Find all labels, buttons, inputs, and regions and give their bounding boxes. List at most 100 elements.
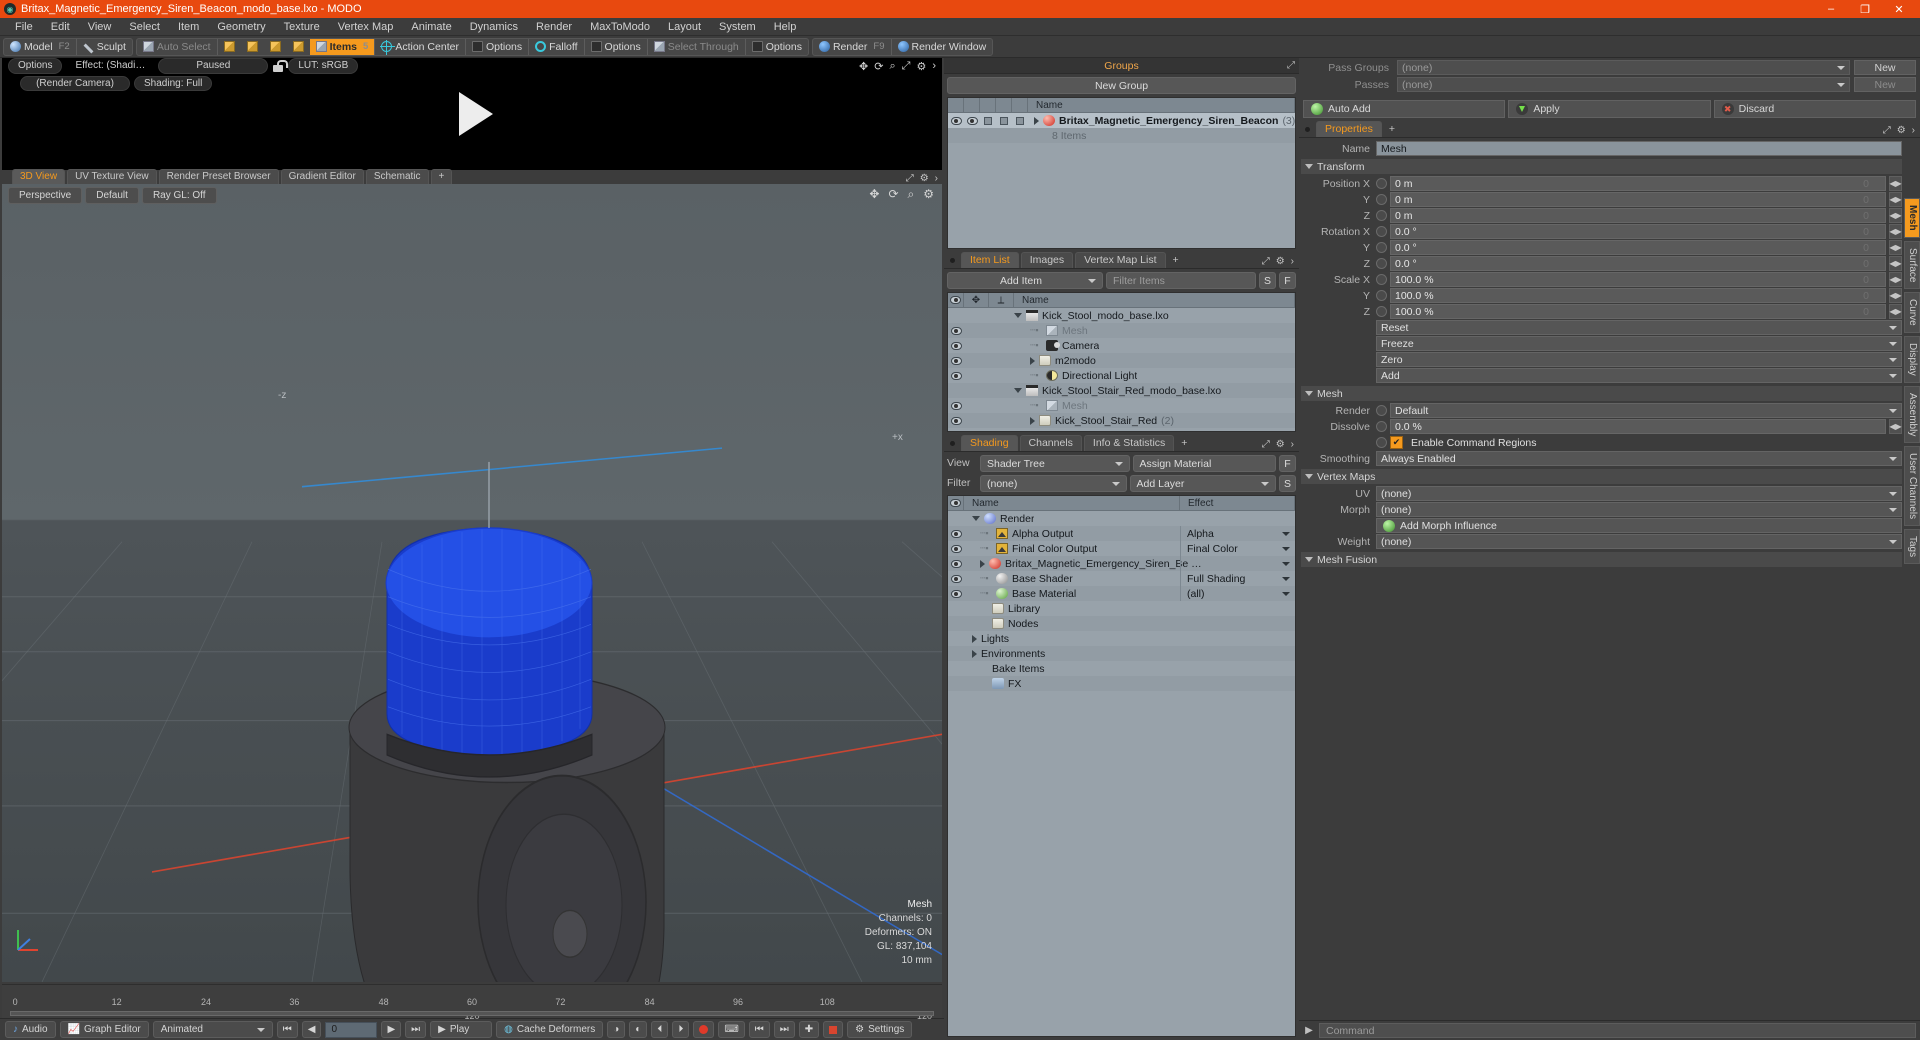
cache-deformers-button[interactable]: ◍ Cache Deformers: [496, 1021, 604, 1038]
shader-row-name[interactable]: FX: [964, 678, 1021, 690]
tab-render-preset-browser[interactable]: Render Preset Browser: [158, 169, 279, 184]
table-row[interactable]: ┄▪ Alpha Output Alpha: [948, 526, 1295, 541]
expand-icon[interactable]: ⤢: [1262, 439, 1270, 450]
transform-section-header[interactable]: Transform: [1301, 159, 1902, 174]
position-z-input[interactable]: 0 m 0: [1390, 208, 1886, 223]
channel-knob[interactable]: [1376, 421, 1387, 432]
eye-toggle[interactable]: [948, 416, 964, 425]
shader-row-name[interactable]: Library: [964, 603, 1040, 615]
group-row-name[interactable]: Britax_Magnetic_Emergency_Siren_Beacon (…: [1028, 115, 1295, 127]
position-y-stepper[interactable]: ◀▶: [1889, 192, 1902, 207]
viewport-3d[interactable]: Perspective Default Ray GL: Off ✥ ⟳ ⌕ ⚙: [2, 184, 942, 982]
vertex-mode-button[interactable]: [218, 39, 241, 55]
channel-knob[interactable]: [1376, 178, 1387, 189]
go-to-start-button[interactable]: ⏮: [276, 1021, 298, 1038]
menu-maxtomodo[interactable]: MaxToModo: [581, 18, 659, 36]
graph-editor-button[interactable]: 📈 Graph Editor: [59, 1021, 149, 1038]
pass-groups-new-button[interactable]: New: [1854, 60, 1916, 75]
table-row[interactable]: Bake Items: [948, 661, 1295, 676]
pass-groups-dropdown[interactable]: (none): [1397, 60, 1850, 75]
tab-add-button[interactable]: +: [1384, 122, 1400, 137]
assign-material-button[interactable]: Assign Material: [1132, 455, 1276, 472]
shader-row-name[interactable]: ┄▪ Final Color Output: [964, 543, 1097, 555]
tab-channels[interactable]: Channels: [1019, 435, 1082, 451]
table-row[interactable]: ┄▪ Base Shader Full Shading: [948, 571, 1295, 586]
table-row[interactable]: Kick_Stool_Stair_Red_modo_base.lxo: [948, 383, 1295, 398]
chevron-right-icon[interactable]: ›: [1291, 256, 1294, 267]
filter-items-input[interactable]: Filter Items: [1106, 272, 1256, 289]
channel-knob[interactable]: [1376, 274, 1387, 285]
menu-select[interactable]: Select: [120, 18, 169, 36]
chevron-right-icon[interactable]: [1034, 116, 1039, 125]
table-row[interactable]: ┄▪ Base Material (all): [948, 586, 1295, 601]
rotation-x-stepper[interactable]: ◀▶: [1889, 224, 1902, 239]
menu-help[interactable]: Help: [765, 18, 806, 36]
tab-schematic[interactable]: Schematic: [365, 169, 429, 184]
enable-command-regions-checkbox[interactable]: ✔: [1390, 436, 1403, 449]
viewport-default-button[interactable]: Default: [85, 187, 139, 204]
gear-icon[interactable]: ⚙: [1276, 439, 1285, 450]
table-row[interactable]: ┄▪ Mesh: [948, 323, 1295, 338]
viewport-perspective-button[interactable]: Perspective: [8, 187, 83, 204]
gear-icon[interactable]: ⚙: [1897, 125, 1906, 136]
animated-dropdown[interactable]: Animated: [152, 1021, 273, 1038]
key-last-button[interactable]: ⏭: [773, 1021, 795, 1038]
table-row[interactable]: Lights: [948, 631, 1295, 646]
shader-effect-dropdown[interactable]: Full Shading: [1180, 571, 1295, 586]
vtab-display[interactable]: Display: [1904, 335, 1920, 383]
items-mode-button[interactable]: Items 5: [309, 38, 375, 55]
smoothing-dropdown[interactable]: Always Enabled: [1376, 451, 1902, 466]
channel-knob[interactable]: [1376, 194, 1387, 205]
shading-f-button[interactable]: F: [1279, 455, 1296, 472]
item-row-name[interactable]: ┄▪ Camera: [1014, 340, 1099, 352]
table-row[interactable]: Kick_Stool_Stair_Red (2): [948, 413, 1295, 428]
edge-mode-button[interactable]: [241, 39, 264, 55]
fit-icon[interactable]: ⤢: [902, 60, 911, 73]
shading-s-button[interactable]: S: [1279, 475, 1296, 492]
apply-button[interactable]: Apply: [1508, 100, 1711, 118]
preview-lut-button[interactable]: LUT: sRGB: [288, 58, 359, 74]
channel-knob[interactable]: [1376, 258, 1387, 269]
item-row-name[interactable]: m2modo: [1014, 355, 1096, 367]
chevron-down-icon[interactable]: [1014, 388, 1022, 393]
zero-dropdown[interactable]: Zero: [1376, 352, 1902, 367]
scale-y-input[interactable]: 100.0 % 0: [1390, 288, 1886, 303]
shader-tree-view-dropdown[interactable]: Shader Tree: [980, 455, 1130, 472]
expand-icon[interactable]: ⤢: [1262, 256, 1270, 267]
dissolve-input[interactable]: 0.0 %: [1390, 419, 1886, 434]
go-to-end-button[interactable]: ⏭: [405, 1021, 427, 1038]
gear-icon[interactable]: ⚙: [920, 173, 929, 184]
item-list[interactable]: ✥ ⟂ Name Kick_Stool_modo_base.lxo ┄▪ Mes…: [947, 292, 1296, 432]
filter-s-button[interactable]: S: [1259, 272, 1276, 289]
tab-uv-texture-view[interactable]: UV Texture View: [67, 169, 157, 184]
preview-shading-button[interactable]: Shading: Full: [134, 76, 213, 91]
channel-knob[interactable]: [1376, 242, 1387, 253]
vtab-tags[interactable]: Tags: [1904, 529, 1920, 565]
properties-scroll-area[interactable]: Name Mesh Transform Position X 0 m0 ◀▶ Y…: [1299, 138, 1904, 1020]
shader-effect-dropdown[interactable]: Alpha: [1180, 526, 1295, 541]
scale-z-stepper[interactable]: ◀▶: [1889, 304, 1902, 319]
eye-toggle[interactable]: [948, 574, 964, 583]
menu-animate[interactable]: Animate: [402, 18, 460, 36]
table-row[interactable]: ┄▪ Camera: [948, 338, 1295, 353]
cell-5[interactable]: [1012, 116, 1028, 125]
key-create-button[interactable]: ✚: [798, 1021, 820, 1038]
table-row[interactable]: ┄▪ Final Color Output Final Color: [948, 541, 1295, 556]
tab-gradient-editor[interactable]: Gradient Editor: [280, 169, 364, 184]
menu-vertex-map[interactable]: Vertex Map: [329, 18, 403, 36]
position-x-input[interactable]: 0 m 0: [1390, 176, 1886, 191]
vertex-maps-section-header[interactable]: Vertex Maps: [1301, 469, 1902, 484]
preview-effect-label[interactable]: Effect: (Shadi…: [66, 59, 154, 73]
rotation-x-input[interactable]: 0.0 ° 0: [1390, 224, 1886, 239]
passes-dropdown[interactable]: (none): [1397, 77, 1850, 92]
table-row[interactable]: 8 Items: [948, 128, 1295, 143]
preview-options-button[interactable]: Options: [8, 58, 63, 74]
tab-3d-view[interactable]: 3D View: [12, 169, 66, 184]
zoom-icon[interactable]: ⌕: [908, 187, 915, 202]
table-row[interactable]: m2modo: [948, 353, 1295, 368]
reset-dropdown[interactable]: Reset: [1376, 320, 1902, 335]
menu-geometry[interactable]: Geometry: [208, 18, 274, 36]
minimize-button[interactable]: –: [1814, 0, 1848, 18]
chevron-right-icon[interactable]: [1030, 356, 1035, 365]
item-row-name[interactable]: Kick_Stool_Stair_Red_modo_base.lxo: [1014, 385, 1221, 397]
